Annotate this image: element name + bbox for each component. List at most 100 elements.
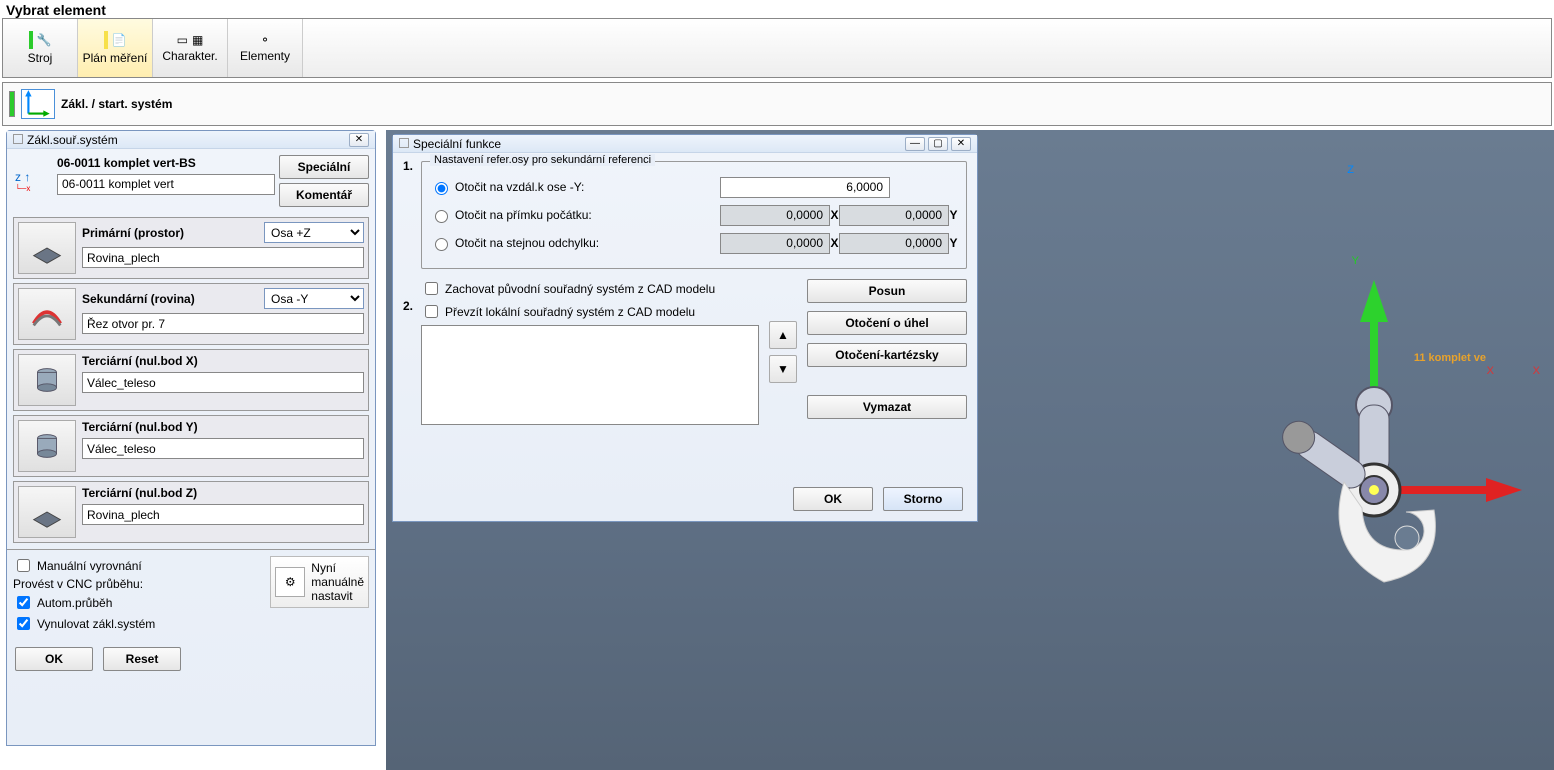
set-now-label: Nyní manuálně nastavit: [311, 561, 364, 603]
document-icon: 📄: [112, 33, 127, 47]
axes-indicator-icon: z ↑└─x: [13, 155, 53, 195]
tert-z-value-input[interactable]: [82, 504, 364, 525]
axis-y-label: Y: [949, 208, 958, 222]
tertiary-z-section: Terciární (nul.bod Z): [13, 481, 369, 543]
machine-icon: [29, 31, 33, 49]
toolbar-plan-mereni[interactable]: 📄 Plán měření: [78, 19, 153, 77]
dialog-storno-button[interactable]: Storno: [883, 487, 963, 511]
move-down-button[interactable]: ▼: [769, 355, 797, 383]
tertiary-y-section: Terciární (nul.bod Y): [13, 415, 369, 477]
coord-name-input[interactable]: [57, 174, 275, 195]
coord-name-label: 06-0011 komplet vert-BS: [57, 156, 275, 170]
tert-x-label: Terciární (nul.bod X): [82, 354, 198, 368]
tert-z-label: Terciární (nul.bod Z): [82, 486, 197, 500]
axis-z-label: Z: [1347, 164, 1354, 176]
minimize-icon[interactable]: —: [905, 137, 925, 151]
curve-icon[interactable]: [18, 288, 76, 340]
take-local-checkbox[interactable]: Převzít lokální souřadný systém z CAD mo…: [421, 302, 759, 321]
wrench-icon: 🔧: [37, 33, 52, 47]
coord-system-panel: Zákl.souř.systém ✕ z ↑└─x 06-0011 komple…: [6, 130, 376, 746]
radio-rotate-same[interactable]: Otočit na stejnou odchylku:: [430, 235, 690, 251]
axis-x-label: X: [1487, 365, 1494, 377]
plane-icon[interactable]: [18, 486, 76, 538]
tert-y-label: Terciární (nul.bod Y): [82, 420, 198, 434]
autom-checkbox[interactable]: Autom.průběh: [13, 593, 155, 612]
vymazat-button[interactable]: Vymazat: [807, 395, 967, 419]
rotate-line-y[interactable]: [839, 205, 949, 226]
toolbar-label: Plán měření: [83, 51, 148, 65]
panel-titlebar: Zákl.souř.systém ✕: [7, 131, 375, 149]
primary-section: Primární (prostor) Osa +Z: [13, 217, 369, 279]
rotate-same-x[interactable]: [720, 233, 830, 254]
secondary-section: Sekundární (rovina) Osa -Y: [13, 283, 369, 345]
plan-icon: [104, 31, 108, 49]
tert-x-value-input[interactable]: [82, 372, 364, 393]
secondary-label: Sekundární (rovina): [82, 292, 195, 306]
set-now-button[interactable]: ⚙ Nyní manuálně nastavit: [270, 556, 369, 608]
axis-y-label: Y: [949, 236, 958, 250]
transform-listbox[interactable]: [421, 325, 759, 425]
main-toolbar: 🔧 Stroj 📄 Plán měření ▭ ▦ Charakter. ⚬ El…: [2, 18, 1552, 78]
status-label: Zákl. / start. systém: [61, 97, 172, 111]
posun-button[interactable]: Posun: [807, 279, 967, 303]
tolerance-icon: ▭: [177, 33, 188, 47]
cylinder-icon[interactable]: [18, 420, 76, 472]
dialog-icon: [399, 138, 409, 148]
tert-y-value-input[interactable]: [82, 438, 364, 459]
axes-3d-icon: [1224, 250, 1524, 630]
radio-rotate-line[interactable]: Otočit na přímku počátku:: [430, 207, 690, 223]
axis-y-label: Y: [1352, 255, 1359, 267]
axis-x-label: X: [830, 236, 839, 250]
special-functions-dialog: Speciální funkce — ▢ ✕ 1. Nastavení refe…: [392, 134, 978, 522]
dialog-titlebar[interactable]: Speciální funkce — ▢ ✕: [393, 135, 977, 153]
rotate-dist-value[interactable]: [720, 177, 890, 198]
toolbar-elementy[interactable]: ⚬ Elementy: [228, 19, 303, 77]
group1-legend: Nastavení refer.osy pro sekundární refer…: [430, 154, 655, 166]
secondary-axis-select[interactable]: Osa -Y: [264, 288, 364, 309]
toolbar-label: Stroj: [28, 51, 53, 65]
manual-set-icon: ⚙: [275, 567, 305, 597]
comment-button[interactable]: Komentář: [279, 183, 369, 207]
keep-cad-checkbox[interactable]: Zachovat původní souřadný systém z CAD m…: [421, 279, 759, 298]
options-area: Manuální vyrovnání Provést v CNC průběhu…: [7, 549, 375, 639]
close-icon[interactable]: ✕: [349, 133, 369, 147]
cylinder-icon[interactable]: [18, 354, 76, 406]
secondary-value-input[interactable]: [82, 313, 364, 334]
toolbar-stroj[interactable]: 🔧 Stroj: [3, 19, 78, 77]
panel-icon: [13, 134, 23, 144]
dialog-ok-button[interactable]: OK: [793, 487, 873, 511]
grid-icon: ▦: [192, 33, 203, 47]
primary-label: Primární (prostor): [82, 226, 184, 240]
toolbar-label: Elementy: [240, 49, 290, 63]
panel-title-text: Zákl.souř.systém: [27, 133, 118, 147]
otoceni-kartezsky-button[interactable]: Otočení-kartézsky: [807, 343, 967, 367]
reset-button[interactable]: Reset: [103, 647, 181, 671]
manual-align-checkbox[interactable]: Manuální vyrovnání: [13, 556, 155, 575]
elements-icon: ⚬: [260, 33, 270, 47]
primary-value-input[interactable]: [82, 247, 364, 268]
toolbar-label: Charakter.: [162, 49, 217, 63]
rotate-same-y[interactable]: [839, 233, 949, 254]
close-icon[interactable]: ✕: [951, 137, 971, 151]
page-title: Vybrat element: [0, 0, 112, 20]
vynulovat-checkbox[interactable]: Vynulovat zákl.systém: [13, 614, 155, 633]
provest-label: Provést v CNC průběhu:: [13, 577, 155, 591]
special-button[interactable]: Speciální: [279, 155, 369, 179]
coordinate-system-icon[interactable]: [21, 89, 55, 119]
maximize-icon[interactable]: ▢: [928, 137, 948, 151]
dialog-title-text: Speciální funkce: [413, 137, 501, 151]
axis-x-label-outer: X: [1533, 365, 1540, 377]
step-2-label: 2.: [403, 299, 413, 313]
rotate-line-x[interactable]: [720, 205, 830, 226]
move-up-button[interactable]: ▲: [769, 321, 797, 349]
radio-rotate-dist[interactable]: Otočit na vzdál.k ose -Y:: [430, 179, 690, 195]
ok-button[interactable]: OK: [15, 647, 93, 671]
status-bar: Zákl. / start. systém: [2, 82, 1552, 126]
toolbar-charakter[interactable]: ▭ ▦ Charakter.: [153, 19, 228, 77]
primary-axis-select[interactable]: Osa +Z: [264, 222, 364, 243]
otoceni-uhel-button[interactable]: Otočení o úhel: [807, 311, 967, 335]
status-indicator-icon: [9, 91, 15, 117]
plane-icon[interactable]: [18, 222, 76, 274]
part-label: 11 komplet ve: [1414, 352, 1486, 364]
tertiary-x-section: Terciární (nul.bod X): [13, 349, 369, 411]
